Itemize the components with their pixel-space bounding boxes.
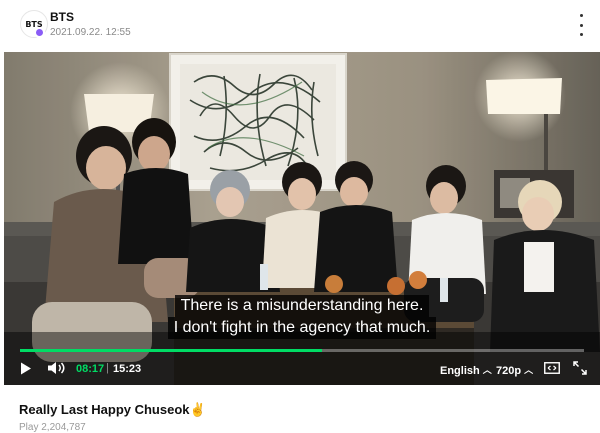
subtitle-line-1: There is a misunderstanding here. (174, 295, 430, 317)
post-header: BTS BTS 2021.09.22. 12:55 (0, 0, 600, 50)
subtitle-language-select[interactable]: English ︿ (440, 363, 492, 377)
subtitle-line-2: I don't fight in the agency that much. (167, 317, 437, 339)
time-separator: | (106, 362, 109, 374)
post-date: 2021.09.22. 12:55 (50, 27, 131, 38)
channel-name[interactable]: BTS (50, 10, 74, 24)
subtitle-box: There is a misunderstanding here. I don'… (4, 295, 600, 339)
quality-label: 720p (496, 365, 522, 377)
volume-icon[interactable] (47, 361, 67, 375)
more-options-button[interactable] (574, 14, 588, 36)
current-time: 08:17 (76, 363, 105, 375)
language-label: English (440, 365, 480, 377)
video-player[interactable]: There is a misunderstanding here. I don'… (4, 52, 600, 385)
quality-select[interactable]: 720p ︿ (496, 363, 533, 377)
captions-icon[interactable] (544, 362, 560, 374)
chevron-up-icon: ︿ (482, 365, 492, 375)
fullscreen-icon[interactable] (573, 361, 587, 375)
video-title[interactable]: Really Last Happy Chuseok✌ (19, 402, 206, 418)
total-time: 15:23 (113, 363, 142, 375)
play-icon[interactable] (20, 362, 32, 375)
chevron-up-icon: ︿ (524, 365, 534, 375)
player-controls: 08:17 | 15:23 English ︿ 720p ︿ (4, 352, 600, 385)
vertical-ellipsis-icon (579, 14, 583, 17)
verified-badge-icon (34, 27, 45, 38)
